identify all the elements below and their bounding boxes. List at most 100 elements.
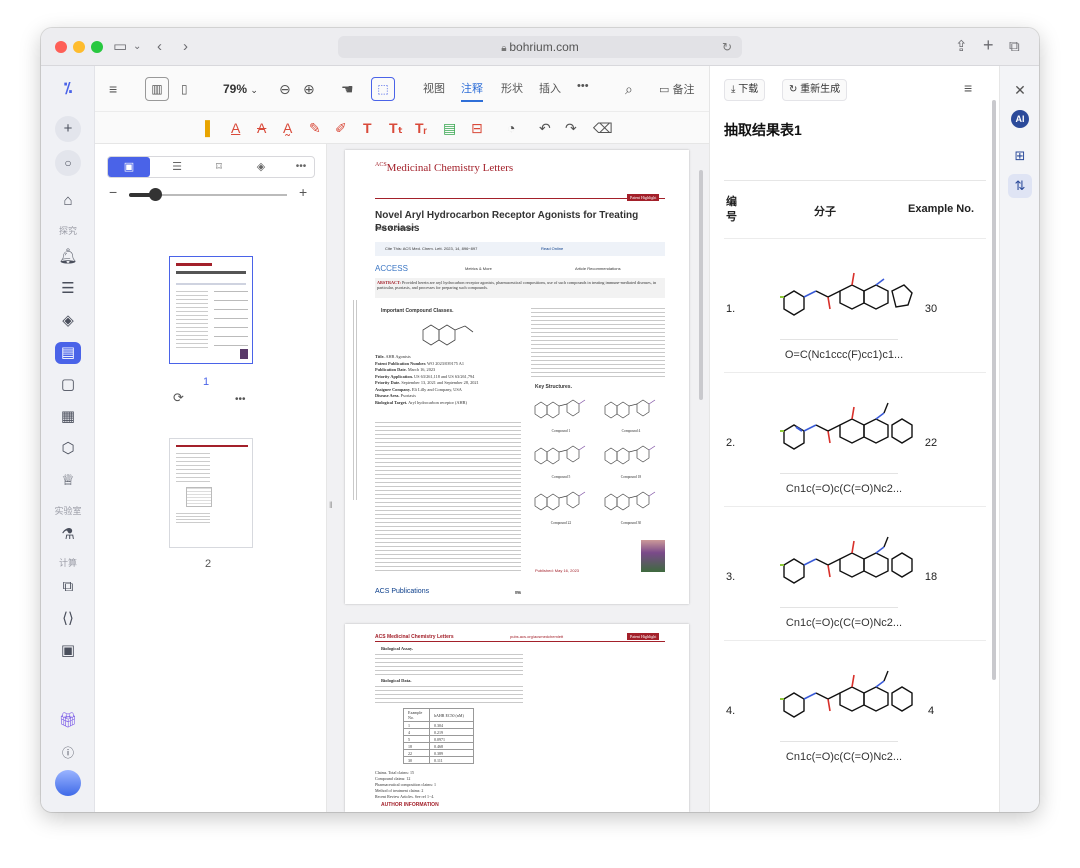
new-tab-icon[interactable]: + xyxy=(983,35,994,55)
key-structure-cell: Compound 18 xyxy=(601,440,667,484)
highlight-tool-icon[interactable]: ▌ xyxy=(205,118,215,138)
slider-handle[interactable] xyxy=(149,188,162,201)
extract-icon[interactable]: ⇅ xyxy=(1008,174,1032,198)
compound-structure xyxy=(534,399,586,419)
avatar[interactable] xyxy=(55,770,81,796)
strikethrough-text-icon[interactable]: A xyxy=(257,118,266,138)
zoom-in-icon[interactable]: ⊕ xyxy=(303,79,315,99)
sidebar-toggle-icon[interactable]: ▭ xyxy=(113,37,127,57)
tab-overview-icon[interactable]: ⧉ xyxy=(1009,37,1020,57)
document-viewer[interactable]: ACSMedicinal Chemistry Letters Patent Hi… xyxy=(327,144,709,812)
forward-icon[interactable]: › xyxy=(183,37,188,57)
document-tool-icon[interactable]: ▤ xyxy=(55,342,81,364)
undo-icon[interactable]: ↶ xyxy=(539,118,551,138)
close-window-button[interactable] xyxy=(55,41,67,53)
color-palette-icon[interactable]: ◔ xyxy=(507,118,515,138)
compound-label: Compound 1 xyxy=(551,429,571,433)
chevron-down-icon[interactable]: ⌄ xyxy=(133,37,141,57)
zoom-out-icon[interactable]: ⊖ xyxy=(279,79,291,99)
redo-icon[interactable]: ↷ xyxy=(565,118,577,138)
plus-icon[interactable]: + xyxy=(299,184,307,200)
thumbnails-tab[interactable]: ▣ xyxy=(108,157,150,177)
share-icon[interactable]: ⇪ xyxy=(955,37,968,57)
squiggly-text-icon[interactable]: A̰ xyxy=(283,118,292,138)
layers-icon[interactable]: ◈ xyxy=(246,157,276,177)
help-icon[interactable]: ⓘ xyxy=(55,742,81,764)
page-icon[interactable]: ▯ xyxy=(181,79,188,99)
logo-icon[interactable]: ⁒ xyxy=(55,78,81,100)
report-icon[interactable]: ▦ xyxy=(55,406,81,428)
close-panel-icon[interactable]: ✕ xyxy=(1008,78,1032,102)
underline-text-icon[interactable]: A xyxy=(231,118,240,138)
molecule-cell[interactable] xyxy=(780,663,920,733)
bell-icon[interactable]: 🔔︎ xyxy=(55,246,81,268)
eraser-icon[interactable]: ⌫ xyxy=(593,118,613,138)
menu-icon[interactable]: ≡ xyxy=(109,79,117,99)
minus-icon[interactable]: − xyxy=(109,184,117,200)
more-menu[interactable]: ••• xyxy=(577,80,589,92)
compute-icon[interactable]: ⧉ xyxy=(55,576,81,598)
pane-splitter-grip[interactable]: ‖ xyxy=(329,500,333,510)
tab-shape[interactable]: 形状 xyxy=(501,80,523,96)
zoom-window-button[interactable] xyxy=(91,41,103,53)
tab-insert[interactable]: 插入 xyxy=(539,80,561,96)
thumb-more-button[interactable]: ••• xyxy=(235,394,246,405)
tab-annotate[interactable]: 注释 xyxy=(461,80,483,102)
claims-method: Method of treatment claims: 2 xyxy=(375,788,424,793)
home-icon[interactable]: ⌂ xyxy=(55,190,81,212)
reload-icon[interactable]: ↻ xyxy=(722,36,732,58)
result-row[interactable]: 3. Cn1c(=O)c(C(=O)Nc2... 18 xyxy=(724,506,986,640)
result-row[interactable]: 1. O=C(Nc1ccc(F)cc1)c1... 30 xyxy=(724,238,986,372)
bookmark-icon[interactable]: ⌑ xyxy=(204,157,234,177)
right-body-lines xyxy=(531,308,665,380)
comment-icon[interactable]: ▤ xyxy=(443,118,456,138)
search-icon[interactable]: ○ xyxy=(55,150,81,176)
page-thumbnail-2[interactable] xyxy=(169,438,253,548)
result-row[interactable]: 2. Cn1c(=O)c(C(=O)Nc2... 22 xyxy=(724,372,986,506)
ai-icon[interactable]: AI xyxy=(1011,110,1029,128)
gift-icon[interactable]: 🎁︎ xyxy=(55,710,81,732)
stamp-icon[interactable]: ⊟ xyxy=(471,118,483,138)
read-online[interactable]: Read Online xyxy=(541,246,563,251)
graduation-icon[interactable]: ◈ xyxy=(55,310,81,332)
sidebar-panel-icon[interactable]: ▥ xyxy=(145,77,169,101)
marker-icon[interactable]: ✐ xyxy=(335,118,347,138)
lab-icon[interactable]: ⚗ xyxy=(55,524,81,546)
rotate-icon[interactable]: ⟳ xyxy=(173,390,184,406)
vertical-scrollbar[interactable] xyxy=(699,170,703,400)
molecule-cell[interactable] xyxy=(780,529,920,599)
notebook-icon[interactable]: ▢ xyxy=(55,374,81,396)
text-tool-icon[interactable]: T xyxy=(363,118,372,138)
translate-icon[interactable]: ⊞ xyxy=(1008,144,1032,168)
zoom-select[interactable]: 79% ⌄ xyxy=(223,79,258,100)
molecule-cell[interactable] xyxy=(780,395,920,465)
pen-icon[interactable]: ✎ xyxy=(309,118,321,138)
regenerate-button[interactable]: ↻ 重新生成 xyxy=(782,79,848,101)
panel-scrollbar[interactable] xyxy=(992,100,996,680)
select-tool-icon[interactable]: ⬚ xyxy=(371,77,395,101)
text-box-icon[interactable]: Tₜ xyxy=(389,118,403,138)
cube-icon[interactable]: ⬡ xyxy=(55,438,81,460)
address-bar[interactable]: 🔒︎ bohrium.com ↻ xyxy=(338,36,742,58)
minimize-window-button[interactable] xyxy=(73,41,85,53)
database-icon[interactable]: ☰ xyxy=(55,278,81,300)
callout-icon[interactable]: Tᵣ xyxy=(415,118,427,138)
note-button[interactable]: ▭ 备注 xyxy=(659,80,694,100)
download-button[interactable]: ⤓ 下载 xyxy=(724,79,766,101)
trophy-icon[interactable]: ♕ xyxy=(55,470,81,492)
thumb-zoom-slider[interactable]: − + xyxy=(109,184,313,202)
page-thumbnail-1[interactable] xyxy=(169,256,253,364)
outline-icon[interactable]: ☰ xyxy=(162,157,192,177)
back-icon[interactable]: ‹ xyxy=(157,37,162,57)
panel-menu-icon[interactable]: ≡ xyxy=(964,80,972,96)
code-icon[interactable]: ⟨⟩ xyxy=(55,608,81,630)
molecule-cell[interactable] xyxy=(780,261,920,331)
tab-view[interactable]: 视图 xyxy=(423,80,445,96)
hand-tool-icon[interactable]: ☚ xyxy=(341,79,354,99)
add-icon[interactable]: + xyxy=(55,116,81,142)
result-row[interactable]: 4. Cn1c(=O)c(C(=O)Nc2... 4 xyxy=(724,640,986,774)
table-cell: 5 xyxy=(403,735,430,743)
apps-icon[interactable]: ▣ xyxy=(55,640,81,662)
more-icon[interactable]: ••• xyxy=(286,157,316,177)
search-icon[interactable]: ⌕ xyxy=(625,79,633,99)
